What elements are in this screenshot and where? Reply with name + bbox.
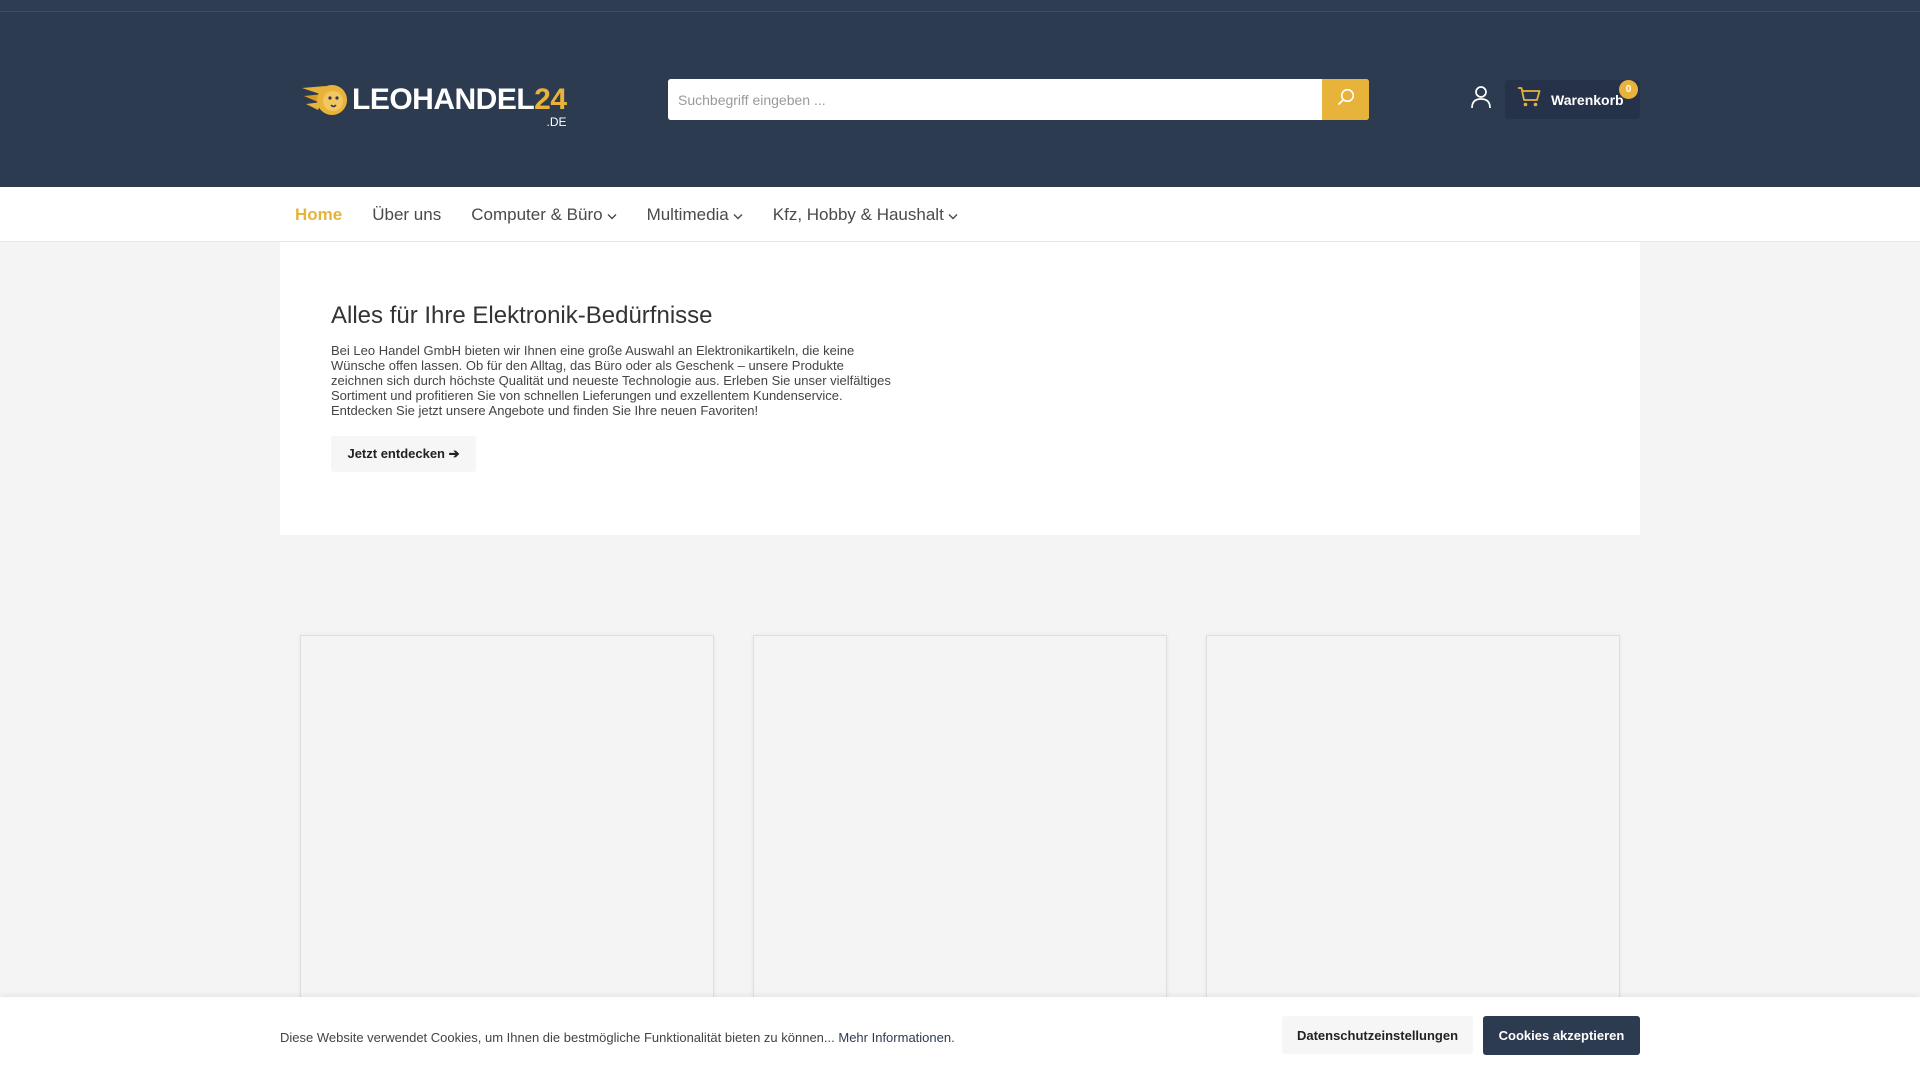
lion-head-icon <box>300 80 350 120</box>
nav-items: Home Über uns Computer & Büro Multimedia… <box>295 187 988 242</box>
privacy-settings-button[interactable]: Datenschutzeinstellungen <box>1282 1016 1473 1054</box>
search-icon <box>1336 87 1356 112</box>
user-icon <box>1470 85 1492 114</box>
logo-word: LEOHANDEL <box>352 83 535 116</box>
chevron-down-icon <box>733 205 743 225</box>
account-button[interactable] <box>1468 85 1494 113</box>
search-input[interactable] <box>668 79 1322 120</box>
main-navigation: Home Über uns Computer & Büro Multimedia… <box>0 187 1920 242</box>
nav-item-label: Kfz, Hobby & Haushalt <box>772 204 944 224</box>
cookie-text: Diese Website verwendet Cookies, um Ihne… <box>280 1030 955 1045</box>
nav-item-ueber-uns[interactable]: Über uns <box>372 205 441 225</box>
hero-text: Bei Leo Handel GmbH bieten wir Ihnen ein… <box>331 343 891 418</box>
logo-number: 24 <box>534 83 567 116</box>
site-header: LEOHANDEL24 .DE Suchbegriff eingeben ...… <box>0 12 1920 187</box>
search-bar <box>668 79 1369 120</box>
cookie-message: Diese Website verwendet Cookies, um Ihne… <box>280 1030 835 1045</box>
nav-item-label: Multimedia <box>646 204 729 224</box>
nav-item-home[interactable]: Home <box>295 205 342 225</box>
nav-item-label: Über uns <box>372 204 442 224</box>
site-logo[interactable]: LEOHANDEL24 .DE <box>300 70 567 130</box>
logo-text: LEOHANDEL24 .DE <box>352 83 567 129</box>
hero-section: Alles für Ihre Elektronik-Bedürfnisse Be… <box>280 242 1640 535</box>
cart-count-badge: 0 <box>1619 80 1638 99</box>
chevron-down-icon <box>607 205 617 225</box>
nav-item-label: Computer & Büro <box>471 204 603 224</box>
cart-icon <box>1517 86 1541 113</box>
logo-tld: .DE <box>546 115 567 129</box>
cookie-link-suffix: . <box>951 1030 955 1045</box>
nav-item-kfz-hobby-haushalt[interactable]: Kfz, Hobby & Haushalt <box>773 205 958 225</box>
nav-item-multimedia[interactable]: Multimedia <box>647 205 743 225</box>
nav-item-label: Home <box>295 204 343 224</box>
more-info-link[interactable]: Mehr Informationen <box>838 1030 951 1045</box>
discover-button[interactable]: Jetzt entdecken ➔ <box>331 436 476 472</box>
cookie-banner: Diese Website verwendet Cookies, um Ihne… <box>0 997 1920 1080</box>
cart-label: Warenkorb <box>1551 91 1624 108</box>
top-bar <box>0 0 1920 12</box>
accept-cookies-button[interactable]: Cookies akzeptieren <box>1483 1016 1640 1055</box>
hero-title: Alles für Ihre Elektronik-Bedürfnisse <box>331 302 713 329</box>
chevron-down-icon <box>948 205 958 225</box>
nav-item-computer-buero[interactable]: Computer & Büro <box>471 204 617 225</box>
search-button[interactable] <box>1322 79 1369 120</box>
